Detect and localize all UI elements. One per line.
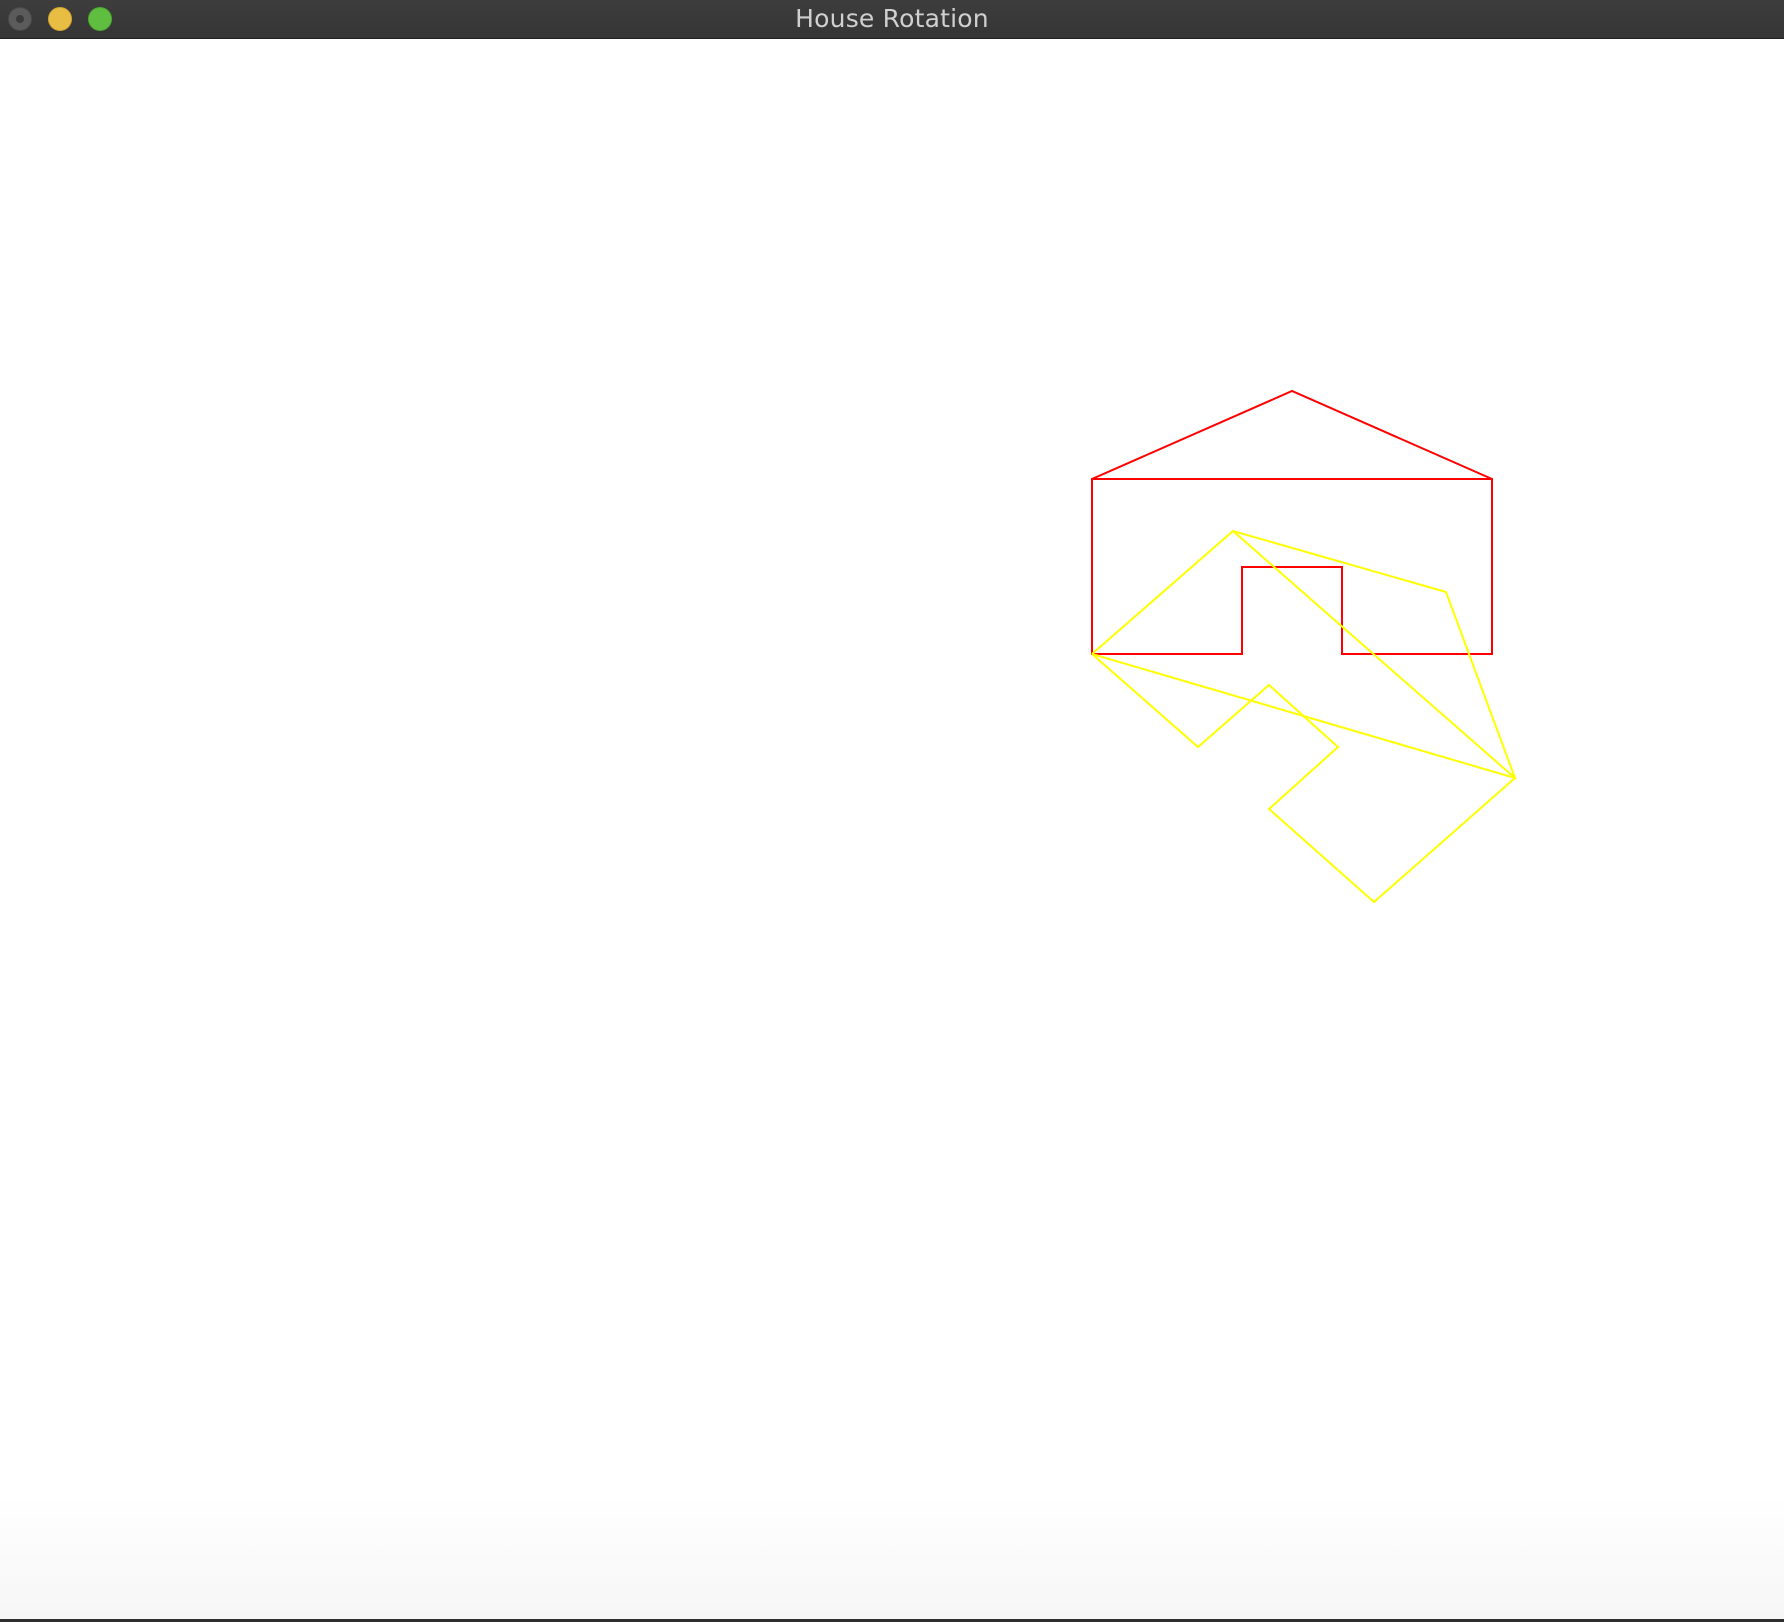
drawing-canvas[interactable]: [0, 39, 1784, 1622]
app-window: House Rotation: [0, 0, 1784, 1622]
house-drawing: [1091, 389, 1517, 904]
window-title: House Rotation: [795, 4, 989, 33]
title-bar[interactable]: House Rotation: [0, 0, 1784, 39]
original-house: [1091, 389, 1493, 655]
rotated-house: [1091, 529, 1517, 904]
